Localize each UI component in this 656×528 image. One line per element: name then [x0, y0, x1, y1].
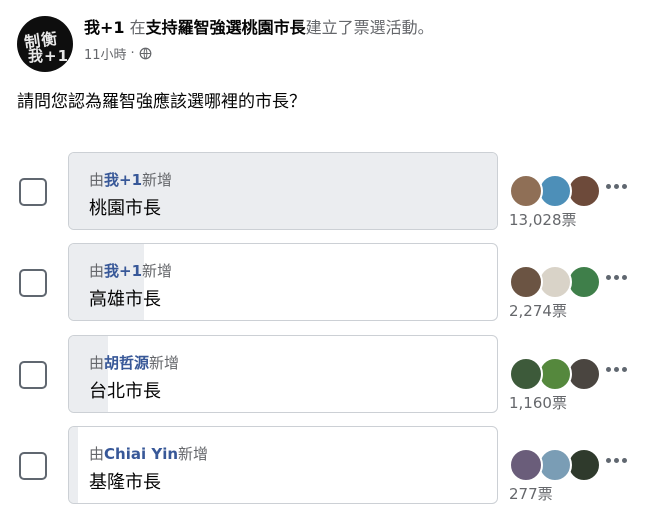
- added-by-user-link[interactable]: 胡哲源: [104, 354, 149, 372]
- option-checkbox[interactable]: [19, 452, 47, 480]
- voter-avatar: [567, 448, 601, 482]
- group-avatar[interactable]: 制衡 我+1: [17, 16, 73, 72]
- voter-avatars[interactable]: [509, 448, 601, 482]
- voter-avatars[interactable]: [509, 357, 601, 391]
- dot: [622, 458, 627, 463]
- poll-option-row: 由Chiai Yin新增 基隆市長 277票: [0, 426, 656, 508]
- option-label: 桃園市長: [89, 198, 161, 219]
- poll-option[interactable]: 由我+1新增 高雄市長: [68, 243, 498, 321]
- more-options-icon[interactable]: [606, 182, 630, 192]
- post-headline: 我+1 在支持羅智強選桃園市長建立了票選活動。: [84, 14, 434, 38]
- added-suffix: 新增: [149, 354, 180, 372]
- poll-option[interactable]: 由胡哲源新增 台北市長: [68, 335, 498, 413]
- added-by-user-link[interactable]: 我+1: [104, 262, 142, 280]
- option-added-by: 由胡哲源新增: [89, 352, 179, 373]
- poll-option-row: 由我+1新增 高雄市長 2,274票: [0, 243, 656, 325]
- dot: [606, 184, 611, 189]
- added-suffix: 新增: [142, 171, 173, 189]
- voter-avatar: [509, 174, 543, 208]
- poll-option-row: 由我+1新增 桃園市長 13,028票: [0, 152, 656, 234]
- vote-count[interactable]: 2,274票: [509, 300, 567, 321]
- post-time[interactable]: 11小時: [84, 44, 127, 63]
- more-options-icon[interactable]: [606, 456, 630, 466]
- added-prefix: 由: [89, 354, 105, 372]
- voter-avatars[interactable]: [509, 265, 601, 299]
- author-link[interactable]: 我+1: [84, 18, 125, 37]
- dot: [614, 275, 619, 280]
- voter-avatar: [509, 265, 543, 299]
- option-added-by: 由Chiai Yin新增: [89, 443, 208, 464]
- vote-count[interactable]: 277票: [509, 483, 553, 504]
- post-meta: 11小時 ·: [84, 44, 152, 63]
- added-prefix: 由: [89, 262, 105, 280]
- more-options-icon[interactable]: [606, 365, 630, 375]
- poll-option[interactable]: 由我+1新增 桃園市長: [68, 152, 498, 230]
- added-suffix: 新增: [178, 445, 209, 463]
- vote-count[interactable]: 1,160票: [509, 392, 567, 413]
- added-prefix: 由: [89, 445, 105, 463]
- headline-in: 在: [129, 18, 146, 37]
- avatar-text-bottom: 我+1: [28, 47, 70, 65]
- option-label: 台北市長: [89, 381, 161, 402]
- option-label: 基隆市長: [89, 472, 161, 493]
- voter-avatars[interactable]: [509, 174, 601, 208]
- voter-avatar: [509, 448, 543, 482]
- vote-count[interactable]: 13,028票: [509, 209, 577, 230]
- group-link[interactable]: 支持羅智強選桃園市長: [146, 18, 306, 37]
- option-added-by: 由我+1新增: [89, 169, 172, 190]
- more-options-icon[interactable]: [606, 273, 630, 283]
- option-checkbox[interactable]: [19, 269, 47, 297]
- vote-share-bar: [69, 427, 79, 503]
- voter-avatar: [538, 265, 572, 299]
- poll-option[interactable]: 由Chiai Yin新增 基隆市長: [68, 426, 498, 504]
- added-suffix: 新增: [142, 262, 173, 280]
- voter-avatar: [567, 357, 601, 391]
- voter-avatar: [538, 174, 572, 208]
- dot: [606, 458, 611, 463]
- dot: [606, 275, 611, 280]
- voter-avatar: [567, 174, 601, 208]
- voter-avatar: [538, 448, 572, 482]
- dot: [606, 367, 611, 372]
- dot: [622, 184, 627, 189]
- option-added-by: 由我+1新增: [89, 260, 172, 281]
- added-by-user-link[interactable]: Chiai Yin: [104, 445, 178, 463]
- dot: [614, 367, 619, 372]
- dot: [614, 184, 619, 189]
- option-checkbox[interactable]: [19, 178, 47, 206]
- poll-question: 請問您認為羅智強應該選哪裡的市長？: [17, 92, 306, 112]
- voter-avatar: [538, 357, 572, 391]
- option-checkbox[interactable]: [19, 361, 47, 389]
- poll-option-row: 由胡哲源新增 台北市長 1,160票: [0, 335, 656, 417]
- dot: [622, 275, 627, 280]
- option-label: 高雄市長: [89, 289, 161, 310]
- globe-icon: [139, 47, 152, 60]
- added-prefix: 由: [89, 171, 105, 189]
- voter-avatar: [567, 265, 601, 299]
- voter-avatar: [509, 357, 543, 391]
- dot: [614, 458, 619, 463]
- meta-separator: ·: [130, 46, 135, 61]
- headline-action: 建立了票選活動。: [305, 18, 434, 37]
- dot: [622, 367, 627, 372]
- added-by-user-link[interactable]: 我+1: [104, 171, 142, 189]
